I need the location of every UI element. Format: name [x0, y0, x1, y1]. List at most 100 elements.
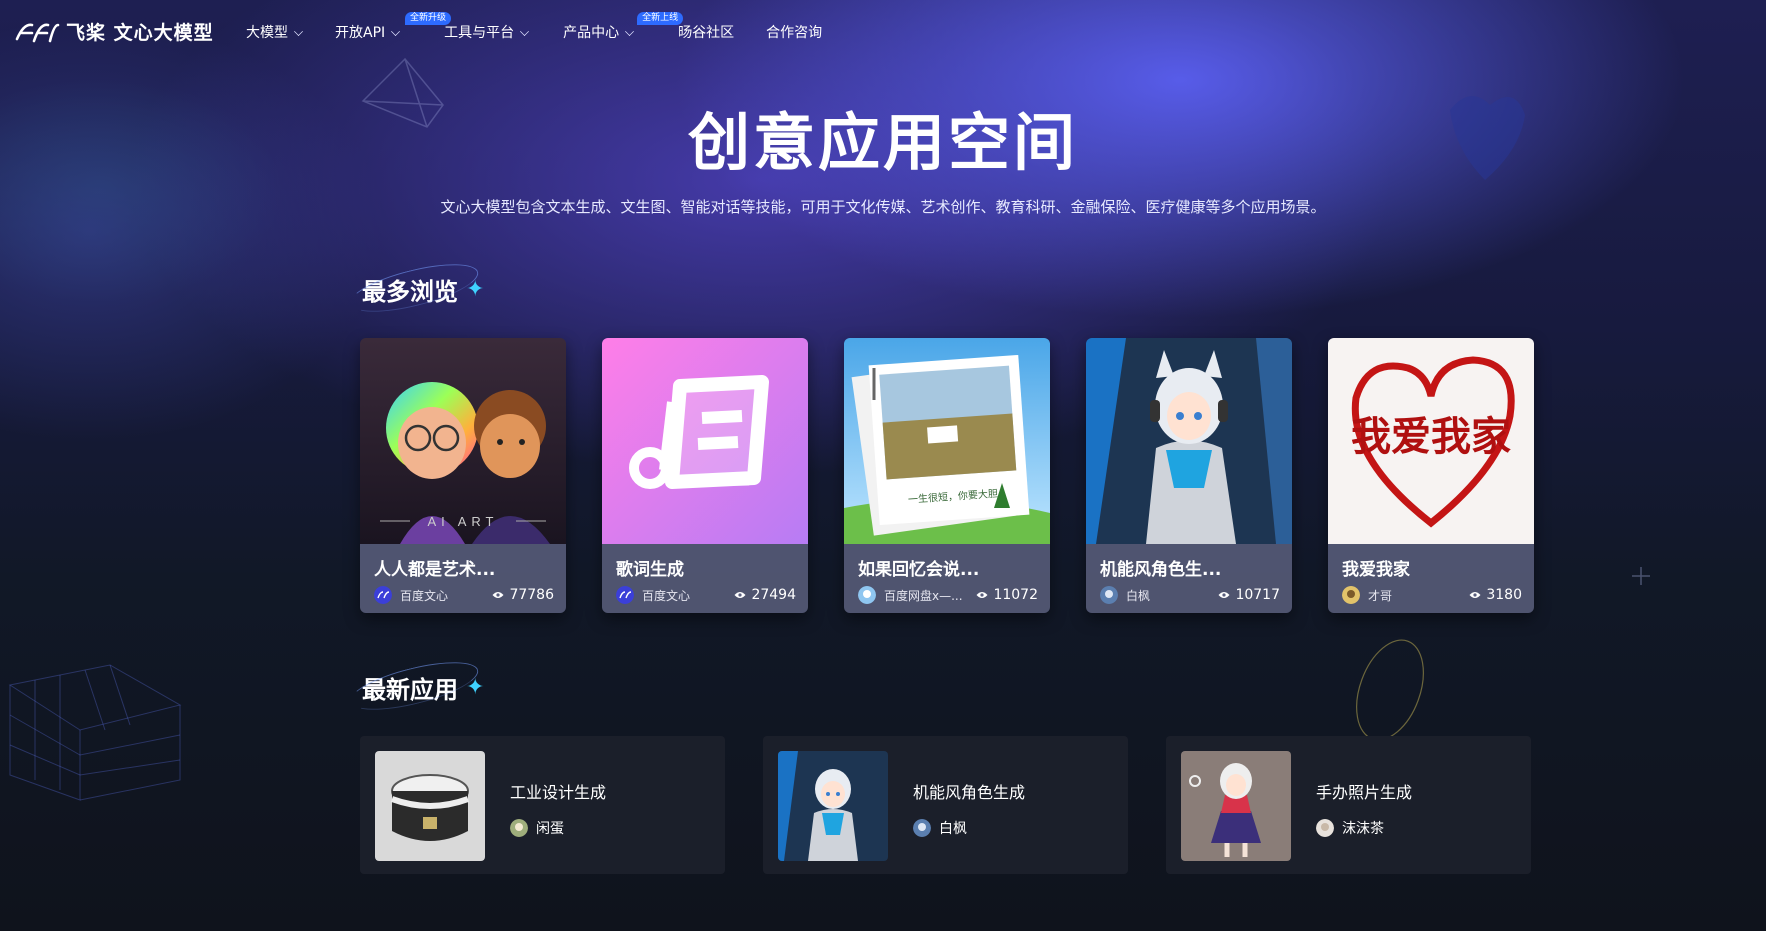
author-avatar: [616, 586, 634, 604]
author-avatar: [1100, 586, 1118, 604]
page-title: 创意应用空间: [687, 106, 1078, 179]
grid-cube-decoration: [8, 664, 182, 801]
app-name: 工业设计生成: [510, 783, 607, 802]
nav-label: 合作咨询: [766, 25, 823, 41]
nav-label: 旸谷社区: [678, 25, 735, 41]
eye-icon: [492, 592, 504, 598]
chevron-down-icon: [520, 27, 530, 36]
author-avatar: [374, 586, 392, 604]
card-author: 才哥: [1368, 588, 1393, 603]
card-author: 百度文心: [400, 588, 449, 603]
card-author: 百度网盘x—...: [884, 588, 963, 603]
card-title: 人人都是艺术...: [374, 560, 496, 580]
view-count: 77786: [492, 587, 554, 603]
app-author: 闲蛋: [510, 818, 564, 838]
app-card[interactable]: 我爱我家 我爱我家 才哥 3180: [1328, 338, 1534, 613]
nav-item-models[interactable]: 大模型: [246, 21, 303, 45]
chevron-down-icon: [391, 27, 401, 36]
card-title: 歌词生成: [616, 560, 684, 580]
chevron-down-icon: [625, 27, 635, 36]
card-meta: 百度网盘x—... 11072: [858, 586, 1038, 604]
app-card[interactable]: 歌词生成 百度文心 27494: [602, 338, 808, 613]
eye-icon: [976, 592, 988, 598]
main-nav: 大模型 开放API 全新升级 工具与平台 产品中心 全新上线 旸谷社区 合作咨询: [246, 12, 822, 45]
brand-logo[interactable]: 飞桨 文心大模型: [14, 18, 214, 45]
eye-icon: [734, 592, 746, 598]
view-count-value: 11072: [993, 587, 1038, 603]
card-footer: 我爱我家 才哥 3180: [1328, 544, 1534, 613]
app-name: 机能风角色生成: [913, 783, 1026, 802]
author-avatar: [858, 586, 876, 604]
card-image-ai-art: AI ART: [360, 338, 566, 544]
author-avatar: [913, 819, 931, 837]
plus-decoration: [1632, 567, 1650, 585]
app-author-name: 白枫: [939, 821, 967, 837]
app-image-rice-cooker: [375, 751, 485, 861]
view-count: 27494: [734, 587, 796, 603]
view-count: 11072: [976, 587, 1038, 603]
nav-item-open-api[interactable]: 开放API 全新升级: [335, 12, 452, 45]
eye-icon: [1218, 592, 1230, 598]
view-count-value: 10717: [1235, 587, 1280, 603]
nav-label: 开放API: [335, 25, 386, 41]
app-name: 手办照片生成: [1316, 783, 1413, 802]
card-footer: 人人都是艺术... 百度文心 77786: [360, 544, 566, 613]
card-footer: 机能风角色生... 白枫 10717: [1086, 544, 1292, 613]
app-author: 沫沫茶: [1316, 818, 1384, 838]
nav-label: 产品中心: [563, 25, 620, 41]
app-author-name: 闲蛋: [536, 821, 564, 837]
view-count: 3180: [1469, 587, 1522, 603]
card-image-polaroid: 一生很短，你要大胆: [844, 338, 1050, 544]
brand-name: 飞桨 文心大模型: [66, 22, 214, 44]
card-image-text: 我爱我家: [1351, 413, 1511, 460]
card-image-text: AI ART: [428, 514, 499, 529]
nav-item-cooperation[interactable]: 合作咨询: [766, 21, 822, 45]
section-title-most-viewed: 最多浏览 ✦: [345, 254, 484, 322]
app-image-figurine: [1181, 751, 1291, 861]
card-meta: 白枫 10717: [1100, 586, 1280, 604]
paddle-logo-icon: [15, 22, 60, 42]
card-meta: 才哥 3180: [1342, 586, 1522, 604]
author-avatar: [510, 819, 528, 837]
app-card[interactable]: AI ART 人人都是艺术... 百度文心 77786: [360, 338, 566, 613]
card-meta: 百度文心 77786: [374, 586, 554, 604]
card-image-heart: 我爱我家: [1328, 338, 1534, 544]
card-image-music: [602, 338, 808, 544]
nav-label: 大模型: [246, 25, 288, 41]
eye-icon: [1469, 592, 1481, 598]
card-title: 如果回忆会说...: [858, 560, 980, 580]
card-author: 白枫: [1126, 588, 1151, 603]
chevron-down-icon: [294, 27, 303, 36]
newest-apps-list: 工业设计生成 闲蛋 机能风角色生成 白枫 手办照片生成 沫沫茶: [360, 736, 1531, 874]
title-orbit-decoration: [345, 254, 483, 322]
author-avatar: [1342, 586, 1360, 604]
view-count: 10717: [1218, 587, 1280, 603]
card-meta: 百度文心 27494: [616, 586, 796, 604]
nav-label: 工具与平台: [444, 25, 515, 41]
app-list-item[interactable]: 手办照片生成 沫沫茶: [1166, 736, 1531, 874]
ring-decoration: [1356, 639, 1424, 740]
card-footer: 如果回忆会说... 百度网盘x—... 11072: [844, 544, 1050, 613]
app-card[interactable]: 机能风角色生... 白枫 10717: [1086, 338, 1292, 613]
card-title: 我爱我家: [1342, 560, 1410, 580]
app-card[interactable]: 一生很短，你要大胆 如果回忆会说... 百度网盘x—... 11072: [844, 338, 1050, 613]
app-author-name: 沫沫茶: [1342, 821, 1384, 837]
section-title-newest: 最新应用 ✦: [345, 652, 484, 720]
author-avatar: [1316, 819, 1334, 837]
app-list-item[interactable]: 机能风角色生成 白枫: [763, 736, 1128, 874]
title-orbit-decoration: [345, 652, 483, 720]
nav-item-community[interactable]: 旸谷社区: [678, 21, 734, 45]
card-author: 百度文心: [642, 588, 691, 603]
card-title: 机能风角色生...: [1100, 560, 1222, 580]
top-navigation-bar: 飞桨 文心大模型 大模型 开放API 全新升级 工具与平台 产品中心 全新上线 …: [0, 0, 1766, 64]
nav-item-products[interactable]: 产品中心 全新上线: [563, 12, 684, 45]
app-list-item[interactable]: 工业设计生成 闲蛋: [360, 736, 725, 874]
page-subtitle: 文心大模型包含文本生成、文生图、智能对话等技能，可用于文化传媒、艺术创作、教育科…: [440, 198, 1326, 216]
card-footer: 歌词生成 百度文心 27494: [602, 544, 808, 613]
view-count-value: 77786: [509, 587, 554, 603]
nav-item-tools[interactable]: 工具与平台: [444, 21, 530, 45]
app-author: 白枫: [913, 818, 967, 838]
view-count-value: 3180: [1486, 587, 1522, 603]
view-count-value: 27494: [751, 587, 796, 603]
nav-badge: 全新上线: [637, 12, 684, 25]
